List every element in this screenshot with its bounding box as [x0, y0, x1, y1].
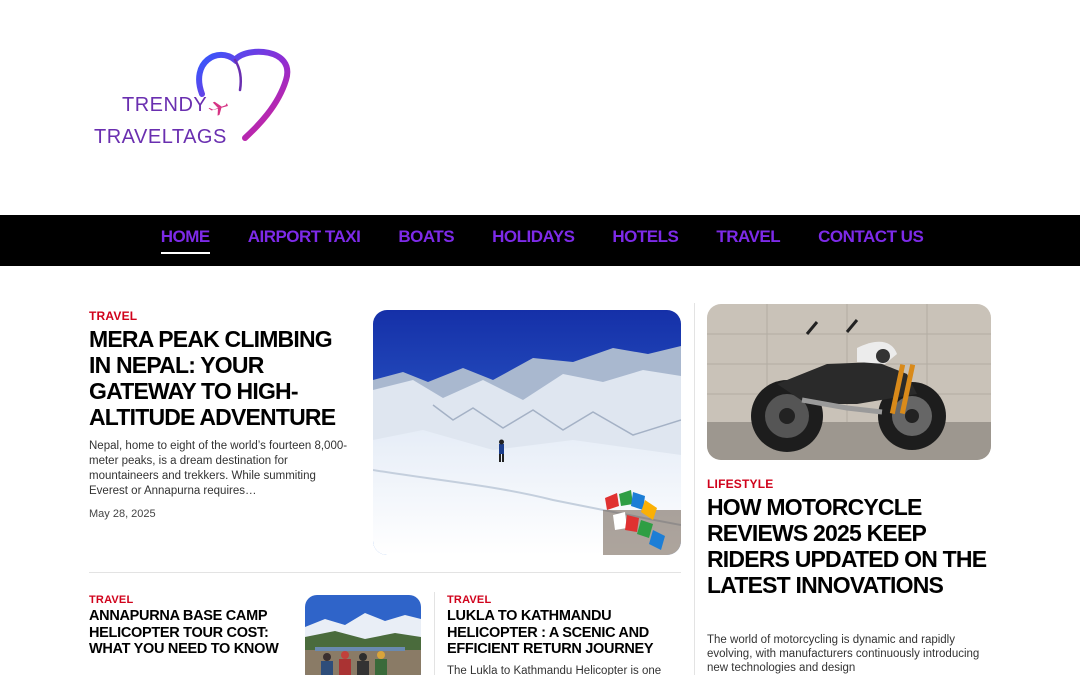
featured-category-link[interactable]: TRAVEL	[89, 309, 137, 323]
nav-home[interactable]: HOME	[160, 215, 210, 266]
featured-title-link[interactable]: MERA PEAK CLIMBING IN NEPAL: YOUR GATEWA…	[89, 326, 354, 430]
sidebar-excerpt: The world of motorcycling is dynamic and…	[707, 634, 980, 674]
sidebar-title-link[interactable]: HOW MOTORCYCLE REVIEWS 2025 KEEP RIDERS …	[707, 494, 997, 598]
site-header: TRENDY TRAVELTAGS	[0, 0, 1080, 215]
featured-image-mountain[interactable]	[373, 310, 681, 555]
nav-holidays[interactable]: HOLIDAYS	[492, 215, 575, 266]
nav-boats[interactable]: BOATS	[398, 215, 454, 266]
article-excerpt: The Lukla to Kathmandu Helicopter is one	[447, 665, 662, 675]
article-category-link[interactable]: TRAVEL	[89, 594, 133, 606]
article-image-helicopter-tour[interactable]	[305, 595, 421, 675]
article-title-link[interactable]: ANNAPURNA BASE CAMP HELICOPTER TOUR COST…	[89, 608, 294, 658]
nav-contact-us[interactable]: CONTACT US	[818, 215, 924, 266]
logo-text-traveltags: TRAVELTAGS	[94, 126, 227, 148]
sidebar-category-link[interactable]: LIFESTYLE	[707, 477, 773, 491]
logo-text-trendy: TRENDY	[122, 94, 208, 116]
sidebar-image-motorcycle[interactable]	[707, 304, 991, 460]
site-logo[interactable]: TRENDY TRAVELTAGS	[90, 46, 300, 156]
article-category-link[interactable]: TRAVEL	[447, 594, 491, 606]
featured-excerpt: Nepal, home to eight of the world’s four…	[89, 440, 348, 497]
article-title-link[interactable]: LUKLA TO KATHMANDU HELICOPTER : A SCENIC…	[447, 608, 672, 658]
divider	[89, 572, 681, 573]
column-divider	[434, 592, 435, 675]
nav-travel[interactable]: TRAVEL	[716, 215, 780, 266]
featured-date: May 28, 2025	[89, 508, 156, 520]
nav-airport-taxi[interactable]: AIRPORT TAXI	[248, 215, 361, 266]
main-navigation: HOME AIRPORT TAXI BOATS HOLIDAYS HOTELS …	[0, 215, 1080, 266]
column-divider	[694, 303, 695, 675]
nav-hotels[interactable]: HOTELS	[612, 215, 678, 266]
